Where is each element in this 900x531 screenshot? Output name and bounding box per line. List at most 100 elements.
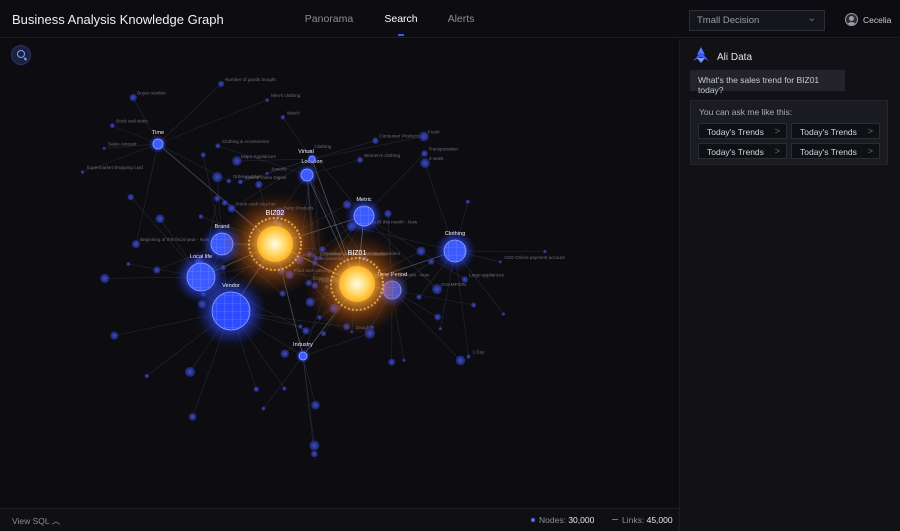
suggestion-chip[interactable]: Today's Trends >	[698, 143, 787, 159]
graph-leaf-node	[434, 313, 442, 321]
graph-leaf-node	[298, 324, 303, 329]
graph-leaf-node	[110, 331, 119, 340]
graph-leaf-label: Clothing & Accessories	[222, 139, 270, 144]
suggestion-chip-label: Today's Trends	[707, 127, 764, 137]
graph-leaf-node	[466, 354, 471, 359]
graph-leaf-node	[384, 209, 392, 218]
graph-leaf-node	[200, 152, 206, 158]
nodes-label: Nodes:	[539, 515, 566, 525]
tab-alerts[interactable]: Alerts	[436, 0, 486, 38]
graph-leaf-label: Clothing	[314, 144, 331, 149]
graph-leaf-node	[402, 358, 406, 362]
view-sql-button[interactable]: View SQL ︿	[12, 515, 60, 527]
graph-hub-node	[257, 226, 293, 262]
graph-leaf-node	[416, 294, 422, 300]
graph-link	[302, 333, 370, 357]
graph-leaf-node	[302, 327, 310, 335]
suggestion-chip[interactable]: Today's Trends >	[698, 123, 787, 139]
graph-leaf-node	[428, 258, 435, 265]
graph-leaf-node	[109, 123, 115, 129]
suggestion-chip[interactable]: Today's Trends >	[791, 143, 880, 159]
graph-leaf-node	[237, 179, 243, 185]
chevron-right-icon: >	[867, 126, 873, 136]
graph-leaf-node	[280, 349, 290, 358]
graph-leaf-label: Number of goods bought	[225, 77, 276, 82]
user-avatar-icon[interactable]	[845, 13, 858, 26]
tab-panorama[interactable]: Panorama	[296, 0, 362, 38]
graph-category-mesh	[354, 206, 374, 226]
graph-category-label: Virtual	[298, 149, 314, 155]
graph-leaf-node	[102, 146, 106, 151]
tab-search[interactable]: Search	[368, 0, 434, 38]
graph-category-node	[308, 155, 316, 163]
app-title: Business Analysis Knowledge Graph	[12, 12, 224, 27]
graph-leaf-node	[265, 98, 270, 103]
graph-leaf-label: Major Appliances	[241, 154, 277, 159]
view-sql-label: View SQL	[12, 516, 50, 526]
graph-leaf-node	[188, 412, 197, 421]
graph-hub-label: BIZ01	[348, 250, 367, 257]
suggestion-chip[interactable]: Today's Trends >	[791, 123, 880, 139]
graph-leaf-node	[280, 114, 286, 120]
graph-search-icon[interactable]	[11, 45, 31, 65]
graph-leaf-node	[80, 170, 85, 174]
graph-leaf-node	[217, 80, 225, 88]
graph-leaf-node	[311, 400, 320, 410]
graph-leaf-label: Fresh	[428, 129, 440, 134]
graph-leaf-node	[221, 199, 228, 206]
nodes-value: 30,000	[568, 515, 595, 525]
chevron-right-icon: >	[774, 146, 780, 156]
graph-link	[302, 355, 315, 446]
graph-leaf-node	[470, 302, 477, 308]
suggestion-chip-label: Today's Trends	[707, 147, 764, 157]
graph-leaf-label: Buyer number	[137, 91, 166, 96]
graph-leaf-node	[455, 355, 466, 366]
chevron-down-icon: ⌄	[807, 13, 816, 24]
graph-hub-node	[339, 266, 375, 302]
graph-leaf-label: Beginning of this fiscal year - Now	[140, 237, 210, 242]
graph-leaf-node	[388, 358, 396, 366]
graph-leaf-node	[184, 366, 196, 377]
graph-link	[135, 143, 159, 245]
chevron-right-icon: >	[774, 126, 780, 136]
graph-leaf-node	[320, 330, 327, 337]
graph-leaf-node	[131, 239, 141, 249]
graph-category-label: Local life	[190, 254, 212, 260]
knowledge-graph-canvas[interactable]: Book and video Supermarket shopping card N…	[0, 39, 679, 508]
graph-leaf-label: 2 week	[429, 156, 444, 161]
links-dash-icon	[612, 519, 618, 520]
ali-data-bot-icon	[693, 47, 709, 63]
graph-category-label: Industry	[293, 342, 313, 348]
graph-category-node	[152, 138, 164, 150]
graph-leaf-node	[226, 178, 232, 184]
graph-leaf-label: Men's clothing	[271, 93, 301, 98]
graph-leaf-node	[126, 262, 131, 267]
graph-leaf-label: Women's clothing	[364, 153, 400, 158]
graph-leaf-node	[198, 214, 204, 219]
graph-leaf-node	[356, 156, 364, 164]
graph-leaf-label: Supermarket shopping card	[87, 165, 144, 170]
graph-leaf-node	[372, 137, 379, 144]
graph-leaf-node	[213, 195, 221, 202]
graph-category-label: Clothing	[445, 231, 466, 237]
user-name[interactable]: Cecelia	[863, 15, 891, 25]
graph-category-label: Vendor	[222, 283, 240, 289]
bot-name: Ali Data	[717, 52, 753, 63]
graph-svg[interactable]: Book and video Supermarket shopping card N…	[0, 39, 679, 508]
graph-category-label: Time	[152, 130, 164, 136]
graph-category-label: Metric	[356, 197, 371, 203]
graph-leaf-node	[100, 273, 110, 284]
graph-leaf-node	[255, 180, 263, 189]
suggestion-chip-label: Today's Trends	[800, 147, 857, 157]
graph-link	[157, 99, 268, 145]
graph-footer: View SQL ︿ Nodes: 30,000 Links: 45,000	[0, 508, 679, 531]
user-question-bubble: What's the sales trend for BIZ01 today?	[690, 70, 845, 95]
graph-leaf-label: O2O Online payment account	[504, 255, 565, 260]
graph-leaf-label: Large appliances	[469, 273, 505, 278]
graph-leaf-node	[155, 214, 165, 224]
graph-category-node	[298, 351, 308, 361]
graph-leaf-label: Book & Video Digital	[244, 175, 286, 180]
graph-hub-label: BIZ02	[266, 210, 285, 217]
graph-category-node	[300, 168, 314, 182]
scenario-select[interactable]: Tmall Decision ⌄	[689, 10, 825, 31]
